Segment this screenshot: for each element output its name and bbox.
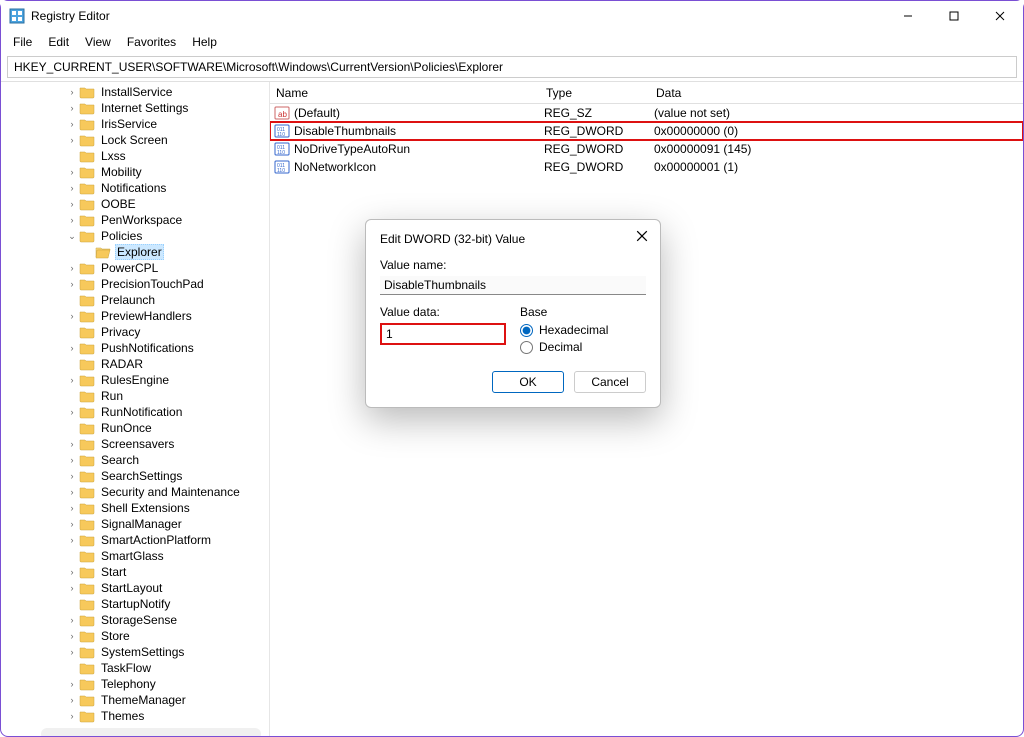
radio-hexadecimal[interactable] [520, 324, 533, 337]
cancel-button[interactable]: Cancel [574, 371, 646, 393]
valuedata-field[interactable] [380, 323, 506, 345]
valuedata-label: Value data: [380, 305, 506, 319]
valuename-label: Value name: [380, 258, 646, 272]
edit-dword-dialog: Edit DWORD (32-bit) Value Value name: Va… [365, 219, 661, 408]
dialog-overlay: Edit DWORD (32-bit) Value Value name: Va… [1, 1, 1023, 736]
ok-button[interactable]: OK [492, 371, 564, 393]
radio-dec-label: Decimal [539, 340, 582, 354]
dialog-close-icon[interactable] [636, 230, 648, 245]
valuename-field [380, 276, 646, 295]
radio-hex-label: Hexadecimal [539, 323, 608, 337]
dialog-title: Edit DWORD (32-bit) Value [380, 232, 646, 246]
radio-decimal[interactable] [520, 341, 533, 354]
base-label: Base [520, 305, 646, 319]
